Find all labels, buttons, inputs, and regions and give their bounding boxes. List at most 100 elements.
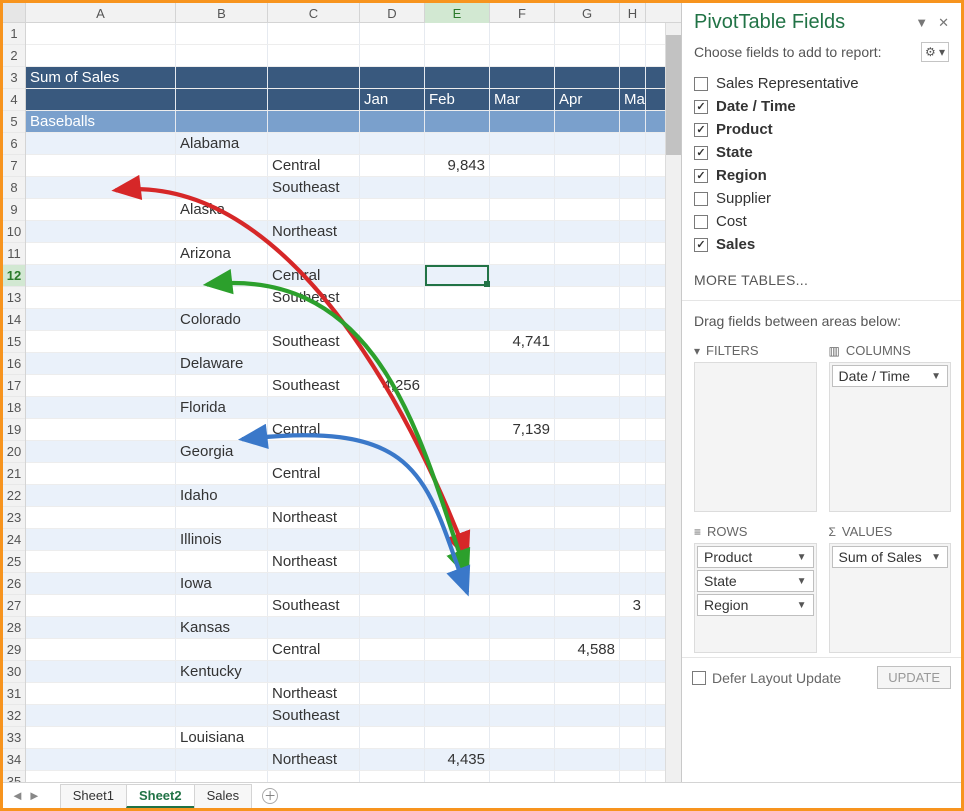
cell-A20[interactable] xyxy=(26,441,176,462)
cell-C1[interactable] xyxy=(268,23,360,44)
cell-F25[interactable] xyxy=(490,551,555,572)
cell-E27[interactable] xyxy=(425,595,490,616)
cell-G27[interactable] xyxy=(555,595,620,616)
cell-B9[interactable]: Alaska xyxy=(176,199,268,220)
cell-F16[interactable] xyxy=(490,353,555,374)
cell-G35[interactable] xyxy=(555,771,620,782)
cell-F35[interactable] xyxy=(490,771,555,782)
cell-F18[interactable] xyxy=(490,397,555,418)
cell-C10[interactable]: Northeast xyxy=(268,221,360,242)
cell-C3[interactable] xyxy=(268,67,360,88)
cell-E17[interactable] xyxy=(425,375,490,396)
cell-B23[interactable] xyxy=(176,507,268,528)
cell-F33[interactable] xyxy=(490,727,555,748)
cell-H20[interactable] xyxy=(620,441,646,462)
cell-G9[interactable] xyxy=(555,199,620,220)
cell-C18[interactable] xyxy=(268,397,360,418)
cell-G6[interactable] xyxy=(555,133,620,154)
cell-F4[interactable]: Mar xyxy=(490,89,555,110)
cell-B8[interactable] xyxy=(176,177,268,198)
cell-H16[interactable] xyxy=(620,353,646,374)
cell-D33[interactable] xyxy=(360,727,425,748)
cell-E6[interactable] xyxy=(425,133,490,154)
cell-F10[interactable] xyxy=(490,221,555,242)
field-checkbox[interactable] xyxy=(694,77,708,91)
row-number[interactable]: 29 xyxy=(3,639,25,661)
cell-F31[interactable] xyxy=(490,683,555,704)
cell-F24[interactable] xyxy=(490,529,555,550)
columns-area[interactable]: ▥COLUMNS Date / Time▼ xyxy=(829,339,952,512)
cell-A19[interactable] xyxy=(26,419,176,440)
field-supplier[interactable]: Supplier xyxy=(694,187,951,210)
column-header-F[interactable]: F xyxy=(490,3,555,23)
cell-G5[interactable] xyxy=(555,111,620,132)
cell-B14[interactable]: Colorado xyxy=(176,309,268,330)
cell-E10[interactable] xyxy=(425,221,490,242)
cell-D16[interactable] xyxy=(360,353,425,374)
field-checkbox[interactable] xyxy=(694,100,708,114)
field-checkbox[interactable] xyxy=(694,146,708,160)
cell-G8[interactable] xyxy=(555,177,620,198)
cell-D24[interactable] xyxy=(360,529,425,550)
row-number[interactable]: 4 xyxy=(3,89,25,111)
field-product[interactable]: Product xyxy=(694,118,951,141)
tab-next-icon[interactable]: ► xyxy=(28,788,41,803)
cell-A17[interactable] xyxy=(26,375,176,396)
cell-B22[interactable]: Idaho xyxy=(176,485,268,506)
cell-C25[interactable]: Northeast xyxy=(268,551,360,572)
cell-C14[interactable] xyxy=(268,309,360,330)
cell-D21[interactable] xyxy=(360,463,425,484)
cell-G30[interactable] xyxy=(555,661,620,682)
cell-E14[interactable] xyxy=(425,309,490,330)
cell-A18[interactable] xyxy=(26,397,176,418)
cell-C16[interactable] xyxy=(268,353,360,374)
cell-D12[interactable] xyxy=(360,265,425,286)
cell-H15[interactable] xyxy=(620,331,646,352)
cell-D22[interactable] xyxy=(360,485,425,506)
cell-C22[interactable] xyxy=(268,485,360,506)
cell-A5[interactable]: Baseballs xyxy=(26,111,176,132)
cell-A22[interactable] xyxy=(26,485,176,506)
cell-E5[interactable] xyxy=(425,111,490,132)
row-number[interactable]: 13 xyxy=(3,287,25,309)
values-tag-sum-of-sales[interactable]: Sum of Sales▼ xyxy=(832,546,949,568)
cell-B31[interactable] xyxy=(176,683,268,704)
cell-H26[interactable] xyxy=(620,573,646,594)
cell-B4[interactable] xyxy=(176,89,268,110)
cell-G31[interactable] xyxy=(555,683,620,704)
cell-F14[interactable] xyxy=(490,309,555,330)
cell-H7[interactable] xyxy=(620,155,646,176)
cell-H25[interactable] xyxy=(620,551,646,572)
vertical-scrollbar[interactable] xyxy=(665,23,681,782)
sheet-tab-sheet1[interactable]: Sheet1 xyxy=(60,784,127,808)
field-checkbox[interactable] xyxy=(694,215,708,229)
row-number[interactable]: 34 xyxy=(3,749,25,771)
cell-E26[interactable] xyxy=(425,573,490,594)
cell-E22[interactable] xyxy=(425,485,490,506)
cell-A8[interactable] xyxy=(26,177,176,198)
cell-B18[interactable]: Florida xyxy=(176,397,268,418)
cell-C13[interactable]: Southeast xyxy=(268,287,360,308)
cell-B34[interactable] xyxy=(176,749,268,770)
cell-B21[interactable] xyxy=(176,463,268,484)
row-number[interactable]: 1 xyxy=(3,23,25,45)
cell-F3[interactable] xyxy=(490,67,555,88)
column-header-G[interactable]: G xyxy=(555,3,620,23)
cell-F34[interactable] xyxy=(490,749,555,770)
cell-A14[interactable] xyxy=(26,309,176,330)
cell-C5[interactable] xyxy=(268,111,360,132)
cell-D15[interactable] xyxy=(360,331,425,352)
cell-F29[interactable] xyxy=(490,639,555,660)
cell-B11[interactable]: Arizona xyxy=(176,243,268,264)
cell-D26[interactable] xyxy=(360,573,425,594)
cell-E19[interactable] xyxy=(425,419,490,440)
cell-D23[interactable] xyxy=(360,507,425,528)
more-tables-link[interactable]: MORE TABLES... xyxy=(682,262,961,292)
column-header-A[interactable]: A xyxy=(26,3,176,23)
cell-H24[interactable] xyxy=(620,529,646,550)
row-number[interactable]: 2 xyxy=(3,45,25,67)
cell-F32[interactable] xyxy=(490,705,555,726)
cell-G29[interactable]: 4,588 xyxy=(555,639,620,660)
row-number[interactable]: 27 xyxy=(3,595,25,617)
column-header-H[interactable]: H xyxy=(620,3,646,23)
